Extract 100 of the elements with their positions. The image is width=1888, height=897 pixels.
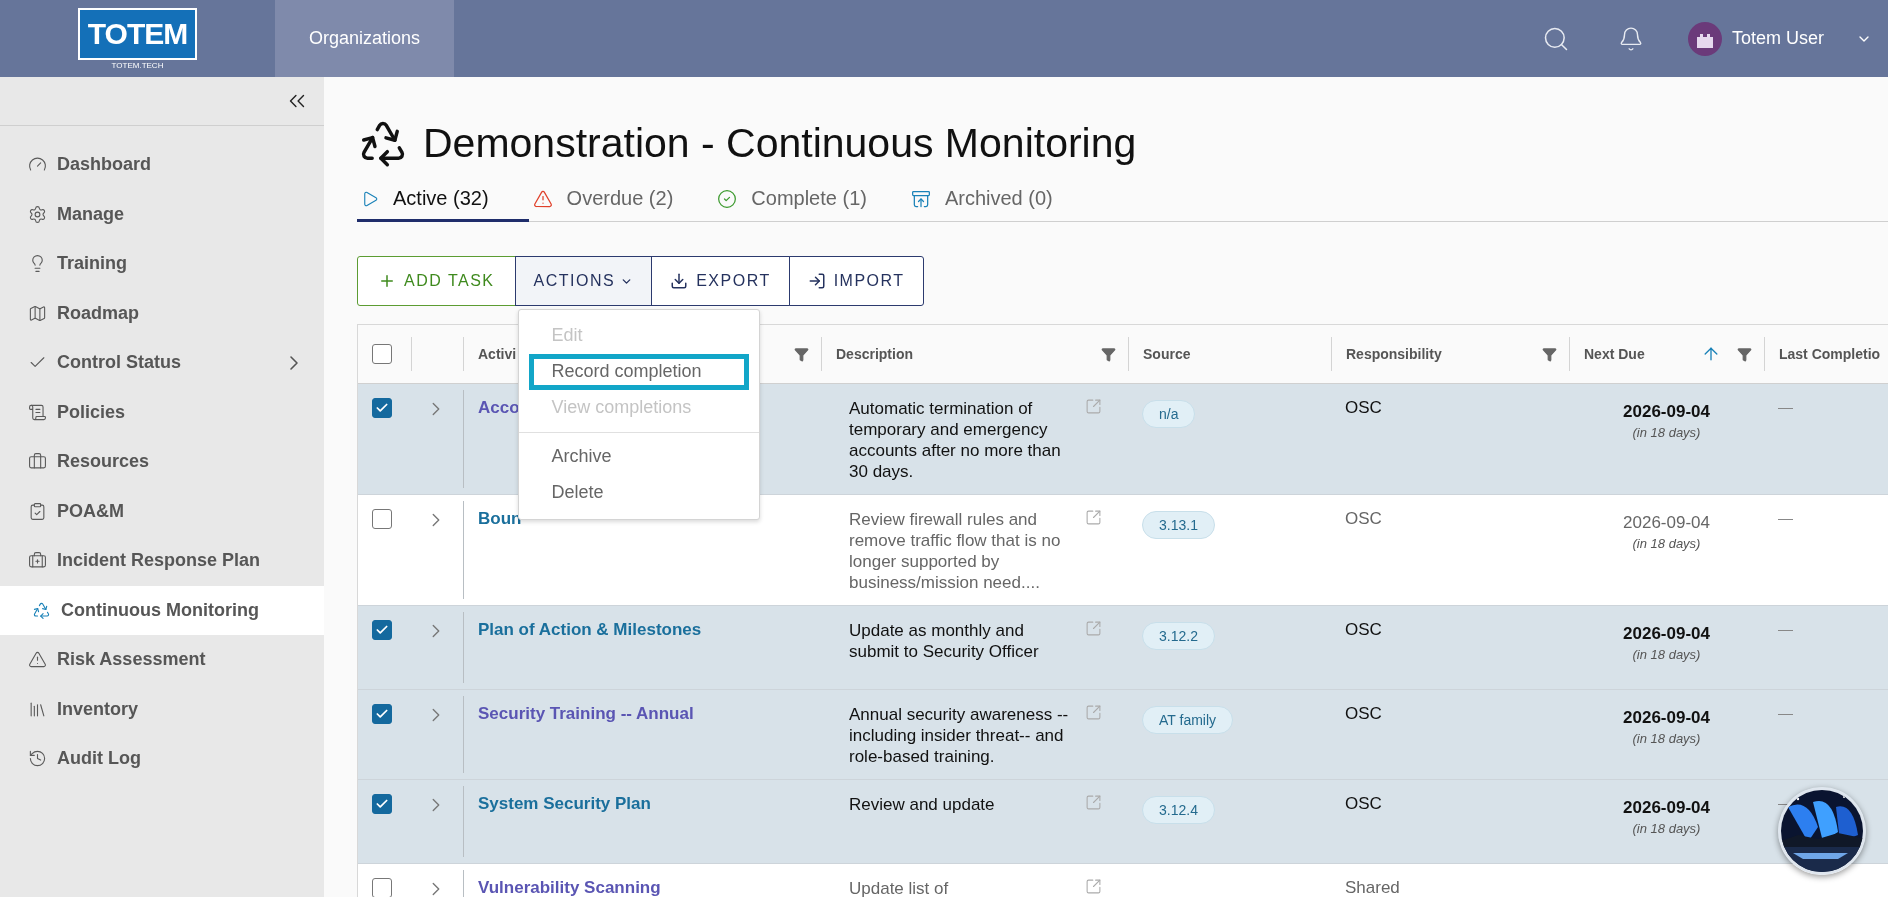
due-date: 2026-09-04 [1623,624,1710,644]
add-task-button[interactable]: ADD TASK [357,256,516,306]
source-tag: 3.12.4 [1142,796,1215,824]
column-header[interactable]: Responsibility [1346,346,1542,362]
last-completion-text: — [1778,398,1793,415]
map-icon [28,303,47,323]
last-completion-text: — [1778,704,1793,721]
user-menu[interactable]: Totem User [1667,0,1888,77]
history-icon [28,749,47,769]
column-header[interactable]: Source [1143,346,1319,362]
activity-link[interactable]: Plan of Action & Milestones [478,620,702,640]
row-checkbox[interactable] [372,620,392,640]
responsibility-text: OSC [1345,398,1382,418]
check-icon [375,707,389,721]
download-icon [670,272,689,290]
sidebar-item[interactable]: POA&M [0,486,324,536]
last-completion-text: — [1778,509,1793,526]
column-header[interactable]: Last Completio [1779,346,1888,362]
check-icon [375,623,389,637]
scroll-icon [28,402,47,422]
row-checkbox[interactable] [372,794,392,814]
activity-link[interactable]: Acco [478,398,520,418]
warning-icon [532,188,553,209]
recycle-icon [32,600,51,620]
last-completion-text: — [1778,620,1793,637]
due-in-text: (in 18 days) [1632,647,1701,662]
sidebar-item[interactable]: Audit Log [0,734,324,784]
description-text: Automatic termination of temporary and emergency accounts after no more than 30 days. [848,398,1062,482]
select-all-checkbox[interactable] [372,344,392,364]
import-icon [807,272,826,290]
description-text: Review firewall rules and remove traffic flow that is no longer supported by business/mission need.... [848,509,1062,593]
activity-link[interactable]: System Security Plan [478,794,651,814]
sidebar-item[interactable]: Dashboard [0,140,324,190]
warning-icon [28,650,47,670]
filter-icon[interactable] [1101,346,1116,362]
menu-item[interactable]: Delete [528,475,749,511]
sidebar-item[interactable]: Inventory [0,684,324,734]
check-icon [375,797,389,811]
column-header[interactable]: Description [836,346,1101,362]
logo[interactable]: TOTEM [77,7,198,60]
description-text: Review and update [848,794,996,815]
sidebar-item[interactable]: Incident Response Plan [0,536,324,586]
due-in-text: (in 18 days) [1632,536,1701,551]
row-checkbox[interactable] [372,704,392,724]
responsibility-text: Shared [1345,878,1400,897]
tab[interactable]: Active (32) [357,181,529,222]
settings-icon [28,204,47,224]
import-button[interactable]: IMPORT [788,256,924,306]
page-title: Demonstration - Continuous Monitoring [423,119,1137,167]
external-link-icon[interactable] [1085,878,1102,895]
logo-tagline: TOTEM.TECH [111,60,164,70]
check-circle-icon [717,188,738,209]
sidebar-item[interactable]: Continuous Monitoring [0,585,324,635]
source-tag: 3.13.1 [1142,511,1215,539]
activity-link[interactable]: Boun [478,509,522,529]
menu-item[interactable]: Archive [528,439,749,475]
row-checkbox[interactable] [372,398,392,418]
archive-icon [910,188,931,209]
sidebar-item[interactable]: Policies [0,387,324,437]
due-date: 2026-09-04 [1623,513,1710,533]
filter-icon[interactable] [1737,346,1752,362]
responsibility-text: OSC [1345,509,1382,529]
source-tag: n/a [1142,400,1196,428]
responsibility-text: OSC [1345,794,1382,814]
due-in-text: (in 18 days) [1632,731,1701,746]
clipboard-check-icon [28,501,47,521]
description-text: Update as monthly and submit to Security Officer [848,620,1040,662]
actions-button[interactable]: ACTIONS [514,256,653,306]
tab[interactable]: Complete (1) [713,181,907,222]
avatar-icon [1687,21,1722,56]
row-checkbox[interactable] [372,878,392,897]
check-icon [375,401,389,415]
tab[interactable]: Archived (0) [906,181,1093,222]
responsibility-text: OSC [1345,620,1382,640]
sidebar-item[interactable]: Roadmap [0,288,324,338]
nav-tab[interactable]: Organizations [275,0,455,77]
responsibility-text: OSC [1345,704,1382,724]
activity-link[interactable]: Vulnerability Scanning [478,878,661,897]
due-date: 2026-09-04 [1623,708,1710,728]
tab[interactable]: Overdue (2) [528,181,714,222]
filter-icon[interactable] [1542,346,1557,362]
due-in-text: (in 18 days) [1632,821,1701,836]
due-date: 2026-09-04 [1623,402,1710,422]
menu-item[interactable]: Record completion [528,354,749,390]
filter-icon[interactable] [794,346,809,362]
sidebar-item[interactable]: Training [0,239,324,289]
description-text: Update list of [848,878,950,897]
sidebar-item[interactable]: Manage [0,189,324,239]
due-in-text: (in 18 days) [1632,425,1701,440]
activity-link[interactable]: Security Training -- Annual [478,704,694,724]
sidebar-item[interactable]: Control Status [0,338,324,388]
sidebar-item[interactable]: Risk Assessment [0,635,324,685]
export-button[interactable]: EXPORT [651,256,790,306]
sidebar-item[interactable]: Resources [0,437,324,487]
source-tag: AT family [1142,706,1234,734]
column-header[interactable]: Next Due [1584,346,1701,362]
due-date: 2026-09-04 [1623,798,1710,818]
row-checkbox[interactable] [372,509,392,529]
external-link-icon[interactable] [1085,509,1102,526]
play-icon [361,189,379,208]
